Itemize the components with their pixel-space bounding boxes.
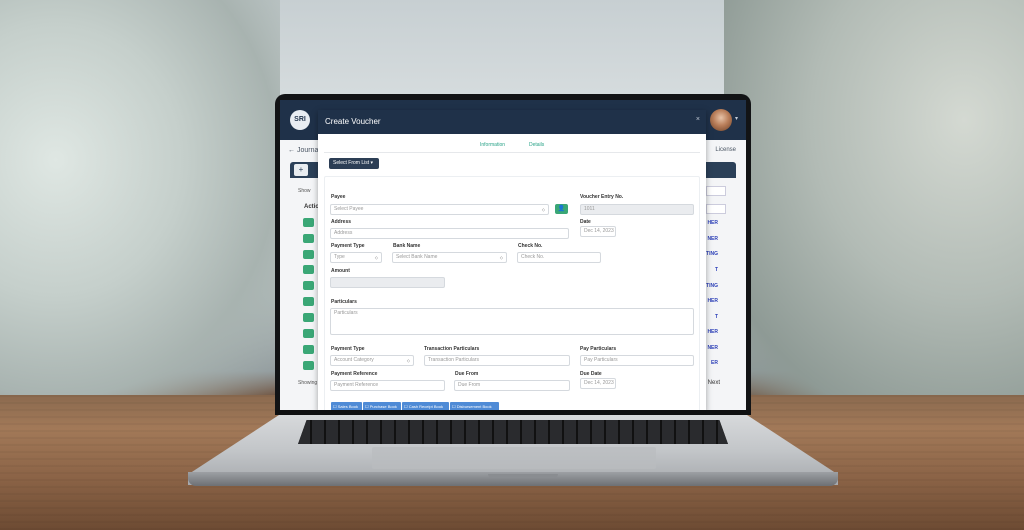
amount-field[interactable] bbox=[330, 277, 445, 288]
payment-type-value: Type bbox=[334, 254, 345, 260]
row-link[interactable]: NER bbox=[707, 345, 718, 351]
due-from-label: Due From bbox=[455, 371, 479, 377]
particulars-textarea[interactable]: Particulars bbox=[330, 308, 694, 335]
breadcrumb[interactable]: ← Journa bbox=[288, 147, 318, 154]
row-link[interactable]: T bbox=[715, 267, 718, 273]
sales-book-label: Sales Book bbox=[337, 404, 358, 409]
tab-information[interactable]: Information bbox=[480, 142, 505, 148]
license-link[interactable]: License bbox=[715, 147, 736, 153]
row-link[interactable]: NER bbox=[707, 236, 718, 242]
actions-column-header: Actio bbox=[304, 204, 319, 210]
add-payee-button[interactable]: 👤 bbox=[555, 204, 568, 214]
address-label: Address bbox=[331, 219, 352, 225]
bank-name-value: Select Bank Name bbox=[396, 254, 438, 260]
row-link[interactable]: TING bbox=[706, 251, 718, 257]
modal-header: Create Voucher × bbox=[318, 110, 706, 134]
trackpad bbox=[372, 447, 656, 469]
row-action-button[interactable] bbox=[303, 329, 314, 338]
row-action-button[interactable] bbox=[303, 297, 314, 306]
chevron-down-icon[interactable]: ▾ bbox=[735, 115, 738, 122]
close-icon[interactable]: × bbox=[696, 116, 700, 123]
voucher-entry-label: Voucher Entry No. bbox=[580, 194, 624, 200]
row-action-button[interactable] bbox=[303, 313, 314, 322]
row-action-button[interactable] bbox=[303, 250, 314, 259]
row-link[interactable]: HER bbox=[707, 220, 718, 226]
payee-label: Payee bbox=[331, 194, 346, 200]
chevron-down-icon: ◇ bbox=[499, 255, 503, 260]
payment-type-label: Payment Type bbox=[331, 243, 365, 249]
chevron-down-icon: ◇ bbox=[541, 207, 545, 212]
account-category-value: Account Category bbox=[334, 357, 374, 363]
payee-placeholder: Select Payee bbox=[334, 206, 364, 212]
cash-receipt-book-label: Cash Receipt Book bbox=[408, 404, 443, 409]
row-action-button[interactable] bbox=[303, 345, 314, 354]
bank-name-select[interactable]: Select Bank Name ◇ bbox=[392, 252, 507, 263]
row-action-button[interactable] bbox=[303, 281, 314, 290]
row-action-button[interactable] bbox=[303, 361, 314, 370]
due-date-field[interactable]: Dec 14, 2023 bbox=[580, 378, 616, 389]
due-from-field[interactable]: Due From bbox=[454, 380, 570, 391]
user-avatar[interactable] bbox=[710, 109, 732, 131]
modal-title: Create Voucher bbox=[325, 117, 381, 126]
select-from-list-button[interactable]: Select From List ▾ bbox=[329, 158, 379, 169]
keyboard bbox=[298, 420, 728, 444]
row-action-button[interactable] bbox=[303, 218, 314, 227]
next-page-button[interactable]: Next bbox=[708, 380, 720, 386]
show-entries-label: Show bbox=[298, 188, 311, 194]
purchase-book-label: Purchase Book bbox=[369, 404, 397, 409]
breadcrumb-label: Journa bbox=[296, 147, 319, 154]
pay-particulars-field[interactable]: Pay Particulars bbox=[580, 355, 694, 366]
row-link[interactable]: T bbox=[715, 314, 718, 320]
check-no-label: Check No. bbox=[518, 243, 543, 249]
row-link[interactable]: TING bbox=[706, 283, 718, 289]
transaction-particulars-field[interactable]: Transaction Particulars bbox=[424, 355, 570, 366]
check-no-field[interactable]: Check No. bbox=[517, 252, 601, 263]
row-link[interactable]: HER bbox=[707, 298, 718, 304]
payment-reference-label: Payment Reference bbox=[331, 371, 378, 377]
row-action-button[interactable] bbox=[303, 234, 314, 243]
amount-label: Amount bbox=[331, 268, 350, 274]
add-user-icon: 👤 bbox=[557, 206, 566, 212]
date-label: Date bbox=[580, 219, 591, 225]
date-field[interactable]: Dec 14, 2023 bbox=[580, 226, 616, 237]
row-link[interactable]: ER bbox=[711, 360, 718, 366]
background-blur-left bbox=[0, 0, 280, 400]
bank-name-label: Bank Name bbox=[393, 243, 421, 249]
add-tab-button[interactable]: + bbox=[294, 164, 308, 176]
pay-particulars-label: Pay Particulars bbox=[580, 346, 617, 352]
payment-type-select[interactable]: Type ◇ bbox=[330, 252, 382, 263]
chevron-down-icon: ◇ bbox=[406, 358, 410, 363]
particulars-label: Particulars bbox=[331, 299, 357, 305]
transaction-particulars-label: Transaction Particulars bbox=[424, 346, 480, 352]
tab-details[interactable]: Details bbox=[529, 142, 544, 148]
background-blur-right bbox=[724, 0, 1024, 400]
row-action-button[interactable] bbox=[303, 265, 314, 274]
account-category-select[interactable]: Account Category ◇ bbox=[330, 355, 414, 366]
address-field[interactable]: Address bbox=[330, 228, 569, 239]
chevron-down-icon: ◇ bbox=[374, 255, 378, 260]
payee-select[interactable]: Select Payee ◇ bbox=[330, 204, 549, 215]
header-cell bbox=[706, 204, 726, 214]
voucher-entry-field[interactable]: 1011 bbox=[580, 204, 694, 215]
showing-entries-label: Showing bbox=[298, 380, 318, 386]
lid-notch bbox=[488, 474, 558, 478]
screen-bezel-bottom bbox=[275, 410, 751, 415]
tab-divider bbox=[324, 152, 700, 153]
search-box[interactable] bbox=[706, 186, 726, 196]
payment-type-label-2: Payment Type bbox=[331, 346, 365, 352]
disbursement-book-label: Disbursement Book bbox=[456, 404, 492, 409]
payment-reference-field[interactable]: Payment Reference bbox=[330, 380, 445, 391]
app-logo[interactable]: SRI bbox=[290, 110, 310, 130]
create-voucher-modal: Create Voucher × Information Details Sel… bbox=[318, 110, 706, 412]
row-link[interactable]: HER bbox=[707, 329, 718, 335]
due-date-label: Due Date bbox=[580, 371, 602, 377]
